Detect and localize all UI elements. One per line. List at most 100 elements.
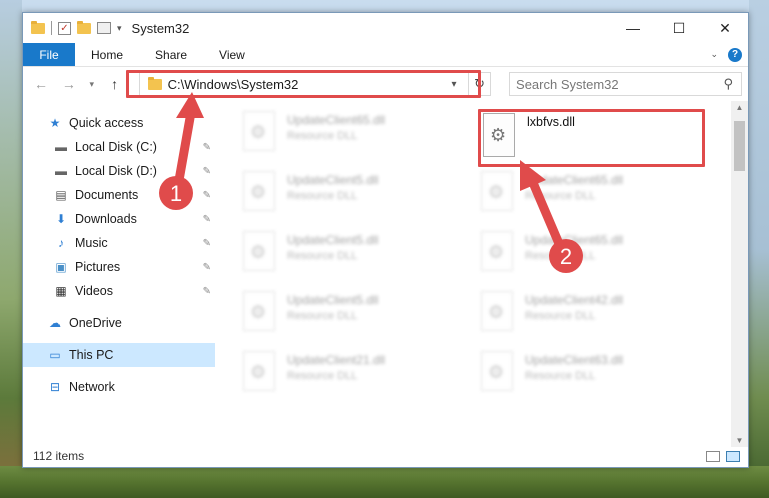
file-item[interactable]: UpdateClient5.dll Resource DLL <box>243 231 463 281</box>
computer-icon: ▭ <box>49 348 61 362</box>
file-name: UpdateClient63.dll <box>525 353 624 367</box>
search-box[interactable]: Search System32 ⚲ <box>509 72 742 96</box>
file-item[interactable]: UpdateClient65.dll Resource DLL <box>243 111 463 161</box>
sidebar-item-this-pc[interactable]: ▭ This PC <box>23 343 215 367</box>
pin-icon[interactable]: ✎ <box>203 286 211 297</box>
file-item[interactable]: UpdateClient65.dll Resource DLL <box>481 231 701 281</box>
quick-access-toolbar: ✓ ▾ <box>23 20 122 35</box>
sidebar-item-label: Downloads <box>75 212 137 226</box>
toolbar-divider <box>51 21 52 35</box>
recent-locations-chevron-icon[interactable]: ▾ <box>85 79 99 90</box>
sidebar-item-local-disk-d[interactable]: ▬ Local Disk (D:) ✎ <box>23 159 215 183</box>
sidebar-item-network[interactable]: ⊟ Network <box>23 375 215 399</box>
sidebar-item-downloads[interactable]: ⬇ Downloads ✎ <box>23 207 215 231</box>
dll-file-icon <box>243 291 275 331</box>
file-item[interactable]: UpdateClient42.dll Resource DLL <box>481 291 701 341</box>
title-bar: ✓ ▾ System32 — ☐ ✕ <box>23 13 748 43</box>
desktop-background-left <box>0 0 22 498</box>
file-name: UpdateClient5.dll <box>287 173 379 187</box>
sidebar-item-local-disk-c[interactable]: ▬ Local Disk (C:) ✎ <box>23 135 215 159</box>
file-name: UpdateClient65.dll <box>525 173 624 187</box>
address-bar-highlight <box>126 70 481 98</box>
details-view-icon[interactable] <box>706 450 720 462</box>
file-type: Resource DLL <box>287 190 358 202</box>
expand-ribbon-chevron-icon[interactable]: ⌄ <box>710 49 718 60</box>
scrollbar-thumb[interactable] <box>734 121 745 171</box>
item-count: 112 items <box>33 449 85 463</box>
window-title: System32 <box>131 20 190 36</box>
vertical-scrollbar[interactable]: ▲ ▼ <box>731 101 748 447</box>
rename-icon[interactable] <box>97 22 111 34</box>
sidebar-item-label: Local Disk (C:) <box>75 140 157 154</box>
file-type: Resource DLL <box>525 310 596 322</box>
file-type: Resource DLL <box>525 370 596 382</box>
sidebar-item-label: Quick access <box>69 116 144 130</box>
new-folder-icon[interactable] <box>77 20 91 34</box>
folder-icon[interactable] <box>31 20 45 34</box>
pin-icon[interactable]: ✎ <box>203 166 211 177</box>
search-input[interactable]: Search System32 <box>516 77 619 92</box>
desktop-background-right <box>749 0 769 498</box>
close-button[interactable]: ✕ <box>702 13 748 43</box>
file-type: Resource DLL <box>525 250 596 262</box>
sidebar-item-videos[interactable]: ▦ Videos ✎ <box>23 279 215 303</box>
large-icons-view-icon[interactable] <box>726 450 740 462</box>
sidebar-item-documents[interactable]: ▤ Documents ✎ <box>23 183 215 207</box>
pictures-icon: ▣ <box>55 260 67 274</box>
tab-file[interactable]: File <box>23 43 75 66</box>
search-icon[interactable]: ⚲ <box>723 76 733 92</box>
pin-icon[interactable]: ✎ <box>203 214 211 225</box>
back-arrow-icon[interactable]: ← <box>29 76 53 92</box>
tab-view[interactable]: View <box>203 43 261 66</box>
pin-icon[interactable]: ✎ <box>203 238 211 249</box>
tab-share[interactable]: Share <box>139 43 203 66</box>
tab-home[interactable]: Home <box>75 43 139 66</box>
desktop-background-bottom <box>0 466 769 498</box>
cloud-icon: ☁ <box>49 316 61 330</box>
sidebar-item-label: Music <box>75 236 108 250</box>
drive-icon: ▬ <box>55 140 67 154</box>
pin-icon[interactable]: ✎ <box>203 142 211 153</box>
video-icon: ▦ <box>55 284 67 298</box>
help-icon[interactable]: ? <box>728 47 742 62</box>
file-item[interactable]: UpdateClient5.dll Resource DLL <box>243 291 463 341</box>
pin-icon[interactable]: ✎ <box>203 262 211 273</box>
status-bar: 112 items <box>23 445 748 467</box>
network-icon: ⊟ <box>49 380 61 394</box>
sidebar-item-quick-access[interactable]: ★ Quick access <box>23 111 215 135</box>
documents-icon: ▤ <box>55 188 67 202</box>
dll-file-icon <box>243 351 275 391</box>
customize-toolbar-chevron-icon[interactable]: ▾ <box>117 23 122 34</box>
scroll-down-arrow-icon[interactable]: ▼ <box>731 436 748 445</box>
file-name: UpdateClient5.dll <box>287 233 379 247</box>
file-name: UpdateClient65.dll <box>287 113 386 127</box>
up-arrow-icon[interactable]: ↑ <box>103 76 127 92</box>
minimize-button[interactable]: — <box>610 13 656 43</box>
file-type: Resource DLL <box>287 130 358 142</box>
file-type: Resource DLL <box>525 190 596 202</box>
sidebar-item-onedrive[interactable]: ☁ OneDrive <box>23 311 215 335</box>
sidebar-item-label: OneDrive <box>69 316 122 330</box>
scroll-up-arrow-icon[interactable]: ▲ <box>731 103 748 112</box>
properties-check-icon[interactable]: ✓ <box>58 21 71 35</box>
file-item[interactable]: UpdateClient21.dll Resource DLL <box>243 351 463 401</box>
pin-icon[interactable]: ✎ <box>203 190 211 201</box>
dll-file-icon <box>243 171 275 211</box>
star-icon: ★ <box>49 116 61 130</box>
file-item[interactable]: UpdateClient63.dll Resource DLL <box>481 351 701 401</box>
file-item[interactable]: UpdateClient5.dll Resource DLL <box>243 171 463 221</box>
file-name: UpdateClient42.dll <box>525 293 624 307</box>
file-type: Resource DLL <box>287 310 358 322</box>
maximize-button[interactable]: ☐ <box>656 13 702 43</box>
forward-arrow-icon[interactable]: → <box>57 76 81 92</box>
sidebar-item-label: Documents <box>75 188 139 202</box>
file-name: UpdateClient65.dll <box>525 233 624 247</box>
target-file-highlight <box>478 109 705 167</box>
file-type: Resource DLL <box>287 370 358 382</box>
navigation-pane: ★ Quick access ▬ Local Disk (C:) ✎ ▬ Loc… <box>23 101 215 447</box>
file-item[interactable]: UpdateClient65.dll Resource DLL <box>481 171 701 221</box>
sidebar-item-music[interactable]: ♪ Music ✎ <box>23 231 215 255</box>
sidebar-item-pictures[interactable]: ▣ Pictures ✎ <box>23 255 215 279</box>
dll-file-icon <box>243 231 275 271</box>
ribbon-tabs: File Home Share View ⌄ ? <box>23 43 748 67</box>
